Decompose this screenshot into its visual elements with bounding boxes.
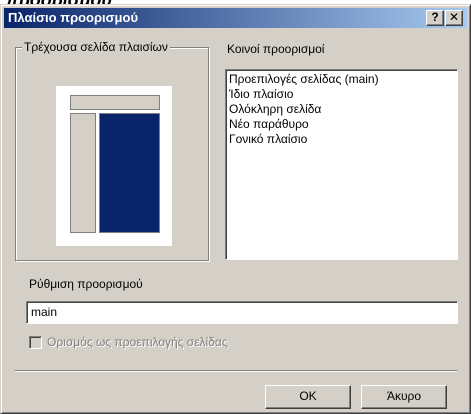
cancel-button[interactable]: Άκυρο xyxy=(361,385,447,409)
help-button[interactable]: ? xyxy=(426,10,444,26)
current-frames-label: Τρέχουσα σελίδα πλαισίων xyxy=(22,40,170,54)
default-target-label: Ορισμός ως προεπιλογής σελίδας xyxy=(47,335,228,349)
separator xyxy=(15,370,457,372)
common-targets-list[interactable]: Προεπιλογές σελίδας (main) Ίδιο πλαίσιο … xyxy=(225,69,458,260)
default-target-checkbox[interactable] xyxy=(29,336,42,349)
list-item[interactable]: Ολόκληρη σελίδα xyxy=(229,102,457,117)
target-setting-input[interactable]: main xyxy=(26,301,458,324)
frame-main-selected[interactable] xyxy=(99,113,160,233)
target-frame-dialog: Πλαίσιο προορισμού ? ✕ Τρέχουσα σελίδα π… xyxy=(0,4,471,414)
ok-button[interactable]: OK xyxy=(265,385,351,409)
list-item[interactable]: Ίδιο πλαίσιο xyxy=(229,87,457,102)
frame-left[interactable] xyxy=(70,113,96,233)
common-targets-label: Κοινοί προορισμοί xyxy=(227,42,325,56)
frame-top[interactable] xyxy=(70,95,160,110)
list-item[interactable]: Προεπιλογές σελίδας (main) xyxy=(229,72,457,87)
close-button[interactable]: ✕ xyxy=(445,10,463,26)
target-setting-label: Ρύθμιση προορισμού xyxy=(29,277,143,291)
frames-preview xyxy=(56,86,172,246)
title-bar[interactable]: Πλαίσιο προορισμού ? ✕ xyxy=(4,8,467,28)
list-item[interactable]: Νέο παράθυρο xyxy=(229,117,457,132)
dialog-title: Πλαίσιο προορισμού xyxy=(8,10,139,25)
list-item[interactable]: Γονικό πλαίσιο xyxy=(229,132,457,147)
